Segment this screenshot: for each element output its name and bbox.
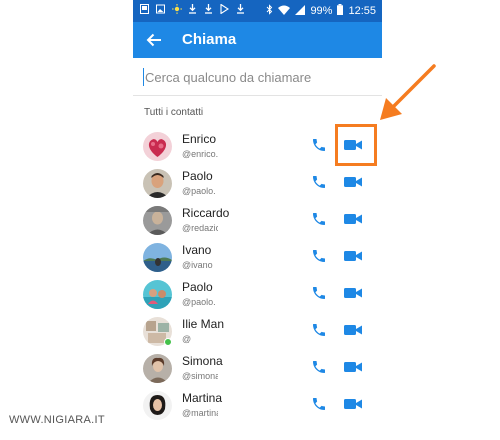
download-icon <box>188 4 197 14</box>
wifi-icon <box>278 5 291 19</box>
video-call-button[interactable] <box>344 323 362 337</box>
phone-icon <box>313 213 325 225</box>
status-bar: 99% 12:55 <box>133 0 382 22</box>
status-bar-system: 99% 12:55 <box>266 4 376 19</box>
voice-call-button[interactable] <box>311 322 327 338</box>
search-input[interactable] <box>143 68 373 86</box>
contact-name: Paolo <box>182 280 213 294</box>
contact-row[interactable]: Paolo @paolo. <box>133 166 382 203</box>
battery-percent: 99% <box>310 5 333 17</box>
video-camera-icon <box>344 288 362 298</box>
contact-handle: @paolo. <box>182 186 216 196</box>
bluetooth-icon <box>266 4 273 19</box>
app-bar: Chiama <box>133 22 382 58</box>
video-camera-icon <box>344 251 362 261</box>
annotation-arrow-icon <box>380 64 436 120</box>
video-call-button[interactable] <box>344 175 362 189</box>
video-camera-icon <box>344 214 362 224</box>
watermark: WWW.NIGIARA.IT <box>9 414 105 426</box>
phone-screen: 99% 12:55 Chiama Tutti i contatti Enr <box>133 0 382 440</box>
play-store-icon <box>220 3 230 15</box>
avatar <box>143 169 172 198</box>
video-camera-icon <box>344 399 362 409</box>
video-camera-icon <box>344 177 362 187</box>
back-button[interactable] <box>143 29 165 51</box>
clock: 12:55 <box>348 5 376 17</box>
voice-call-button[interactable] <box>311 359 327 375</box>
contact-name: Paolo <box>182 169 213 183</box>
avatar <box>143 391 172 420</box>
video-camera-icon <box>344 362 362 372</box>
screenshot-stage: 99% 12:55 Chiama Tutti i contatti Enr <box>0 0 500 440</box>
voice-call-button[interactable] <box>311 174 327 190</box>
contact-name: Enrico <box>182 132 217 146</box>
avatar <box>143 206 172 235</box>
contact-row[interactable]: Simona @simona.s <box>133 351 382 388</box>
contact-row[interactable]: Paolo @paolo. <box>133 277 382 314</box>
contact-row[interactable]: Martina @martina. <box>133 388 382 425</box>
voice-call-button[interactable] <box>311 285 327 301</box>
arrow-left-icon <box>146 33 161 47</box>
video-call-button[interactable] <box>344 249 362 263</box>
contact-name: Ivano <box>182 243 212 257</box>
signal-icon <box>295 4 306 19</box>
search-bar <box>133 58 382 96</box>
contact-row[interactable]: Riccardo S @redazione.f <box>133 203 382 240</box>
contact-name: Simona <box>182 354 223 368</box>
avatar <box>143 280 172 309</box>
battery-icon <box>337 4 344 19</box>
video-call-button[interactable] <box>344 212 362 226</box>
video-call-button[interactable] <box>344 397 362 411</box>
phone-icon <box>313 250 325 262</box>
phone-icon <box>313 176 325 188</box>
contact-name: Riccardo S <box>182 206 232 220</box>
phone-icon <box>313 139 325 151</box>
avatar <box>143 354 172 383</box>
phone-icon <box>313 361 325 373</box>
video-camera-icon <box>344 325 362 335</box>
phone-icon <box>313 287 325 299</box>
contact-handle: @enrico. <box>182 149 218 159</box>
contact-handle: @redazione.f <box>182 223 218 233</box>
contact-handle: @ <box>182 334 192 344</box>
contact-row[interactable]: Ilie Man @ <box>133 314 382 351</box>
status-bar-notifications <box>140 3 245 15</box>
video-call-button[interactable] <box>344 360 362 374</box>
contact-handle: @simona.s <box>182 371 218 381</box>
download-icon <box>204 4 213 14</box>
voice-call-button[interactable] <box>311 396 327 412</box>
avatar <box>143 243 172 272</box>
image-icon <box>156 4 165 14</box>
voice-call-button[interactable] <box>311 211 327 227</box>
contact-handle: @ivano <box>182 260 213 270</box>
contact-handle: @martina. <box>182 408 218 418</box>
contact-handle: @paolo. <box>182 297 216 307</box>
avatar <box>143 132 172 161</box>
phone-icon <box>313 398 325 410</box>
gallery-icon <box>140 4 149 14</box>
video-call-button[interactable] <box>344 286 362 300</box>
brightness-icon <box>172 4 182 14</box>
voice-call-button[interactable] <box>311 137 327 153</box>
online-indicator <box>164 338 172 346</box>
section-title: Tutti i contatti <box>144 107 204 118</box>
download-icon <box>236 4 245 14</box>
contact-row[interactable]: Ivano @ivano <box>133 240 382 277</box>
voice-call-button[interactable] <box>311 248 327 264</box>
contact-name: Martina <box>182 391 223 405</box>
contact-name: Ilie Man <box>182 317 225 331</box>
phone-icon <box>313 324 325 336</box>
page-title: Chiama <box>182 31 237 48</box>
